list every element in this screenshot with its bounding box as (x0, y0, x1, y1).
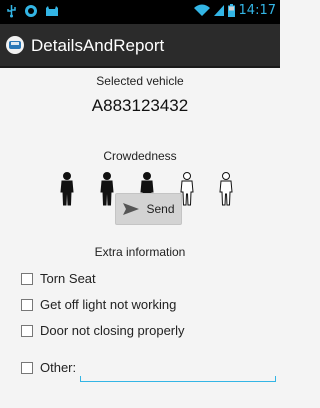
checkbox-box[interactable] (21, 272, 33, 285)
vehicle-id: A883123432 (91, 96, 189, 115)
checkbox-box[interactable] (21, 298, 33, 311)
checkbox-label: Door not closing properly (40, 323, 185, 338)
signal-icon (213, 5, 224, 16)
wifi-icon (193, 4, 210, 16)
checkbox-other[interactable]: Other: (21, 360, 76, 375)
status-bar: 14:17 (0, 0, 280, 24)
send-button-label: Send (146, 202, 175, 216)
status-right-icons: 14:17 (193, 3, 276, 18)
checkbox-get-off-light[interactable]: Get off light not working (21, 297, 176, 312)
checkbox-label: Torn Seat (40, 271, 96, 286)
other-text-field[interactable] (80, 376, 276, 382)
send-button[interactable]: Send (115, 193, 182, 225)
checkbox-box[interactable] (21, 324, 33, 337)
extra-information-label: Extra information (94, 245, 186, 259)
status-left-icons (6, 4, 59, 18)
checkbox-label: Get off light not working (40, 297, 177, 312)
selected-vehicle-label: Selected vehicle (96, 74, 184, 88)
person-filled-icon[interactable] (99, 172, 115, 206)
send-arrow-icon (123, 203, 140, 215)
checkbox-label: Other: (40, 360, 77, 375)
status-time: 14:17 (238, 3, 276, 18)
bus-app-icon[interactable] (6, 36, 24, 54)
cat-icon (46, 6, 58, 16)
crowdedness-label: Crowdedness (103, 149, 177, 163)
battery-icon (227, 4, 235, 17)
person-outline-icon[interactable] (218, 172, 234, 206)
checkbox-box[interactable] (21, 361, 33, 374)
checkbox-torn-seat[interactable]: Torn Seat (21, 271, 96, 286)
usb-icon (7, 5, 16, 18)
sync-icon (25, 5, 37, 17)
action-bar: DetailsAndReport (0, 24, 280, 68)
app-title: DetailsAndReport (31, 36, 165, 55)
checkbox-door-not-closing[interactable]: Door not closing properly (21, 323, 185, 338)
person-filled-icon[interactable] (59, 172, 75, 206)
